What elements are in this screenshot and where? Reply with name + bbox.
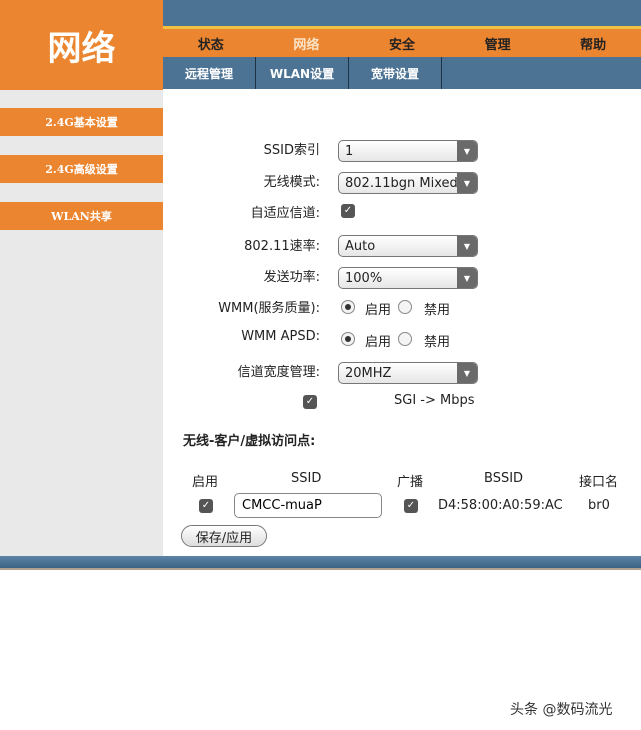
col-ssid: SSID [291, 471, 322, 486]
tab-network[interactable]: 网络 [259, 34, 355, 53]
wmm-apsd-disable-label: 禁用 [424, 335, 451, 350]
chevron-down-icon: ▼ [457, 268, 477, 288]
wmm-enable-radio[interactable] [341, 300, 355, 314]
wmm-label: WMM(服务质量): [218, 301, 320, 316]
wmm-apsd-enable-radio[interactable] [341, 332, 355, 346]
bandwidth-value: 20MHZ [345, 366, 392, 381]
wmm-disable-radio[interactable] [398, 300, 412, 314]
rate-value: Auto [345, 239, 376, 254]
tx-power-select[interactable]: 100% ▼ [338, 267, 478, 289]
col-ifname: 接口名 [579, 475, 619, 490]
bandwidth-label: 信道宽度管理: [237, 365, 320, 380]
rate-label: 802.11速率: [244, 239, 320, 254]
auto-channel-label: 自适应信道: [250, 206, 320, 221]
tab-security[interactable]: 安全 [354, 34, 450, 53]
col-bssid: BSSID [484, 471, 524, 486]
ssid-index-label: SSID索引 [263, 143, 320, 158]
wireless-mode-value: 802.11bgn Mixed [345, 176, 458, 191]
sidebar-item-wlan-share[interactable]: WLAN共享 [0, 202, 163, 230]
wmm-apsd-disable-radio[interactable] [398, 332, 412, 346]
chevron-down-icon: ▼ [457, 236, 477, 256]
col-enable: 启用 [192, 475, 219, 490]
vap-section-title: 无线-客户/虚拟访问点: [183, 434, 316, 449]
main-nav: 状态 网络 安全 管理 帮助 [163, 29, 641, 57]
subtab-remote-management[interactable]: 远程管理 [163, 57, 256, 89]
ssid-index-value: 1 [345, 144, 354, 159]
subtab-broadband-settings[interactable]: 宽带设置 [349, 57, 442, 89]
tab-help[interactable]: 帮助 [545, 34, 641, 53]
vap-ifname: br0 [588, 498, 610, 513]
tx-power-label: 发送功率: [263, 270, 320, 285]
rate-select[interactable]: Auto ▼ [338, 235, 478, 257]
save-apply-button[interactable]: 保存/应用 [181, 525, 267, 547]
col-broadcast: 广播 [397, 475, 424, 490]
wmm-disable-label: 禁用 [424, 303, 451, 318]
wmm-enable-label: 启用 [365, 303, 392, 318]
vap-enable-checkbox[interactable]: ✓ [199, 499, 213, 513]
chevron-down-icon: ▼ [457, 363, 477, 383]
wireless-mode-select[interactable]: 802.11bgn Mixed ▼ [338, 172, 478, 194]
sidebar-item-basic[interactable]: 2.4G基本设置 [0, 108, 163, 136]
tx-power-value: 100% [345, 271, 383, 286]
footer-bar [0, 556, 641, 570]
wmm-apsd-enable-label: 启用 [365, 335, 392, 350]
page-title: 网络 [0, 0, 163, 90]
sidebar: 2.4G基本设置 2.4G高级设置 WLAN共享 [0, 90, 163, 556]
tab-management[interactable]: 管理 [450, 34, 546, 53]
sgi-label: SGI -> Mbps [394, 393, 475, 408]
top-band [163, 0, 641, 26]
vap-broadcast-checkbox[interactable]: ✓ [404, 499, 418, 513]
ssid-index-select[interactable]: 1 ▼ [338, 140, 478, 162]
vap-bssid: D4:58:00:A0:59:AC [438, 498, 563, 513]
wmm-apsd-label: WMM APSD: [241, 329, 320, 344]
bandwidth-select[interactable]: 20MHZ ▼ [338, 362, 478, 384]
sidebar-item-advanced[interactable]: 2.4G高级设置 [0, 155, 163, 183]
sub-nav: 远程管理 WLAN设置 宽带设置 [163, 57, 641, 89]
chevron-down-icon: ▼ [457, 141, 477, 161]
wireless-mode-label: 无线模式: [263, 175, 320, 190]
vap-ssid-input[interactable] [234, 493, 382, 518]
tab-status[interactable]: 状态 [163, 34, 259, 53]
chevron-down-icon: ▼ [457, 173, 477, 193]
watermark: 头条 @数码流光 [510, 702, 613, 718]
sgi-checkbox[interactable]: ✓ [303, 395, 317, 409]
auto-channel-checkbox[interactable]: ✓ [341, 204, 355, 218]
subtab-wlan-settings[interactable]: WLAN设置 [256, 57, 349, 89]
